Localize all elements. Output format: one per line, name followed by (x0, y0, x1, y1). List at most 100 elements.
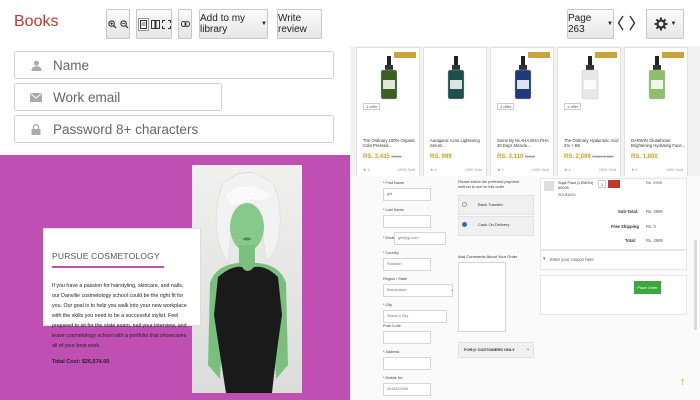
shipping-value: Rs. 0 (646, 224, 656, 229)
two-page-icon[interactable] (150, 19, 160, 29)
subtotal-value: Rs. 2999 (646, 209, 663, 214)
region-select[interactable]: Baluchistan (383, 284, 453, 297)
view-mode-buttons[interactable] (136, 9, 172, 39)
sold-count: 1505 Sold (397, 168, 415, 172)
next-page-icon[interactable] (628, 14, 636, 37)
product-card[interactable]: 1 offer The Ordinary 100% Organic Cold-Pr… (356, 47, 420, 177)
product-price: RS. 2,099 2,599 2,365 (564, 154, 614, 160)
star-rating: ★ 4 (564, 168, 571, 172)
cosmetology-description: If you have a passion for hairstyling, s… (52, 283, 187, 349)
settings-button[interactable]: ▼ (646, 9, 684, 39)
last-name-input[interactable] (383, 215, 431, 228)
cod-radio[interactable] (462, 222, 467, 227)
bank-transfer-radio[interactable] (462, 202, 467, 207)
product-name[interactable]: DARWIN Glutathione Brightening Hydrating… (631, 138, 687, 148)
caret-down-icon: ▼ (607, 21, 613, 27)
region-label: Region / State (383, 277, 408, 281)
customers-only-label: FOR@ CUSTOMERS ONLY (464, 347, 515, 352)
cod-label: Cash On Delivery (478, 222, 510, 227)
name-field[interactable]: Name (14, 51, 334, 79)
scroll-to-top-icon[interactable]: ↑ (680, 376, 686, 388)
prev-page-icon[interactable] (617, 14, 625, 37)
shipping-label: Free Shipping (611, 224, 639, 229)
product-image (648, 56, 666, 100)
product-name[interactable]: Auraganic Acne Lightening Serum... (430, 138, 486, 148)
fullscreen-icon[interactable] (161, 19, 171, 29)
star-rating: ★ 0 (497, 168, 504, 172)
bank-transfer-label: Bank Transfer (478, 202, 503, 207)
product-name[interactable]: The Ordinary 100% Organic Cold-Pressed..… (363, 138, 419, 148)
address-input[interactable] (383, 357, 431, 370)
title-underline (52, 266, 164, 268)
product-image (380, 56, 398, 100)
product-image (514, 56, 532, 100)
mobile-label: * Mobile No (383, 376, 403, 380)
sold-count: 2490 Sold (531, 168, 549, 172)
product-name[interactable]: The Ordinary Hyaluronic Acid 2% + B5 (564, 138, 620, 148)
offer-tag: 1 offer (363, 103, 381, 110)
city-select[interactable]: Select a City (383, 310, 447, 323)
product-card[interactable]: 1 offer The Ordinary Hyaluronic Acid 2% +… (557, 47, 621, 177)
zoom-out-icon[interactable] (119, 19, 129, 29)
place-order-button[interactable]: Place Order (634, 281, 661, 294)
mail-icon (29, 92, 43, 102)
comments-textarea[interactable] (458, 262, 506, 332)
sold-count: 1400 Sold (665, 168, 683, 172)
subtotal-label: Sub-Total: (618, 209, 639, 214)
user-icon (29, 60, 43, 71)
product-card[interactable]: 1 offer Some By Mi AHA.BHA.PHA 30 Days Mi… (490, 47, 554, 177)
product-price: RS. 1,800 (631, 154, 658, 160)
chevron-down-icon: ⌄ (450, 287, 455, 293)
app-title: Books (14, 13, 59, 30)
sold-count: 1500 Sold (598, 168, 616, 172)
payment-instructions: Please select the preferred payment meth… (458, 180, 519, 189)
city-label: * City (383, 303, 393, 307)
write-review-button[interactable]: Write review (277, 9, 322, 39)
product-card[interactable]: Auraganic Acne Lightening Serum... RS. 99… (423, 47, 487, 177)
sold-count: 1000 Sold (464, 168, 482, 172)
offer-tag: 1 offer (497, 103, 515, 110)
cart-item-price: Rs. 2999 (646, 180, 663, 185)
product-card[interactable]: DARWIN Glutathione Brightening Hydrating… (624, 47, 688, 177)
total-label: Total: (625, 238, 637, 243)
first-name-input[interactable]: gfd (383, 188, 431, 201)
cart-item-name: Sujal Plant (LEMON) #0008 (558, 181, 594, 190)
single-page-icon[interactable] (137, 17, 149, 31)
link-button[interactable] (178, 9, 192, 39)
zoom-in-icon[interactable] (107, 19, 117, 29)
product-price: RS. 999 (430, 154, 452, 160)
mobile-input[interactable]: 3044524098 (383, 383, 431, 396)
quantity-input[interactable]: 1 (598, 180, 606, 188)
password-field[interactable]: Password 8+ characters (14, 115, 334, 143)
caret-down-icon: ▼ (670, 21, 677, 27)
scrollbar[interactable] (694, 240, 697, 330)
postcode-input[interactable] (383, 331, 431, 344)
coupon-placeholder: Enter your coupon here (550, 257, 594, 262)
reader-toolbar: Books Add to my library ▼ Write review P… (0, 0, 700, 46)
link-icon (180, 21, 190, 27)
first-name-label: * First Name (383, 181, 405, 185)
star-rating: ★ 3 (363, 168, 370, 172)
product-image (447, 56, 465, 100)
chevron-down-icon: ⌄ (526, 346, 531, 352)
star-rating: ★ 0 (430, 168, 437, 172)
zoom-buttons[interactable] (106, 9, 130, 39)
caret-down-icon: ▼ (261, 21, 267, 27)
remove-item-button[interactable] (608, 180, 620, 188)
cosmetology-title: PURSUE COSMETOLOGY (52, 251, 160, 261)
last-name-label: * Last Name (383, 208, 404, 212)
star-rating: ★ 0 (631, 168, 638, 172)
email-input[interactable]: gfd@gf.com (394, 232, 446, 245)
cart-item-sku: SDUE6201 (558, 193, 576, 197)
address-label: * Address (383, 350, 400, 354)
email-field[interactable]: Work email (14, 83, 222, 111)
model-photo (192, 165, 302, 393)
lock-icon (29, 123, 43, 135)
postcode-label: Post Code (383, 324, 401, 328)
add-to-library-button[interactable]: Add to my library ▼ (199, 9, 268, 39)
comments-label: Add Comments About Your Order (458, 254, 518, 259)
product-name[interactable]: Some By Mi AHA.BHA.PHA 30 Days Miracle..… (497, 138, 553, 148)
country-label: * Country (383, 251, 399, 255)
country-select[interactable]: Pakistan (383, 258, 431, 271)
page-select[interactable]: Page 263 ▼ (567, 9, 614, 39)
